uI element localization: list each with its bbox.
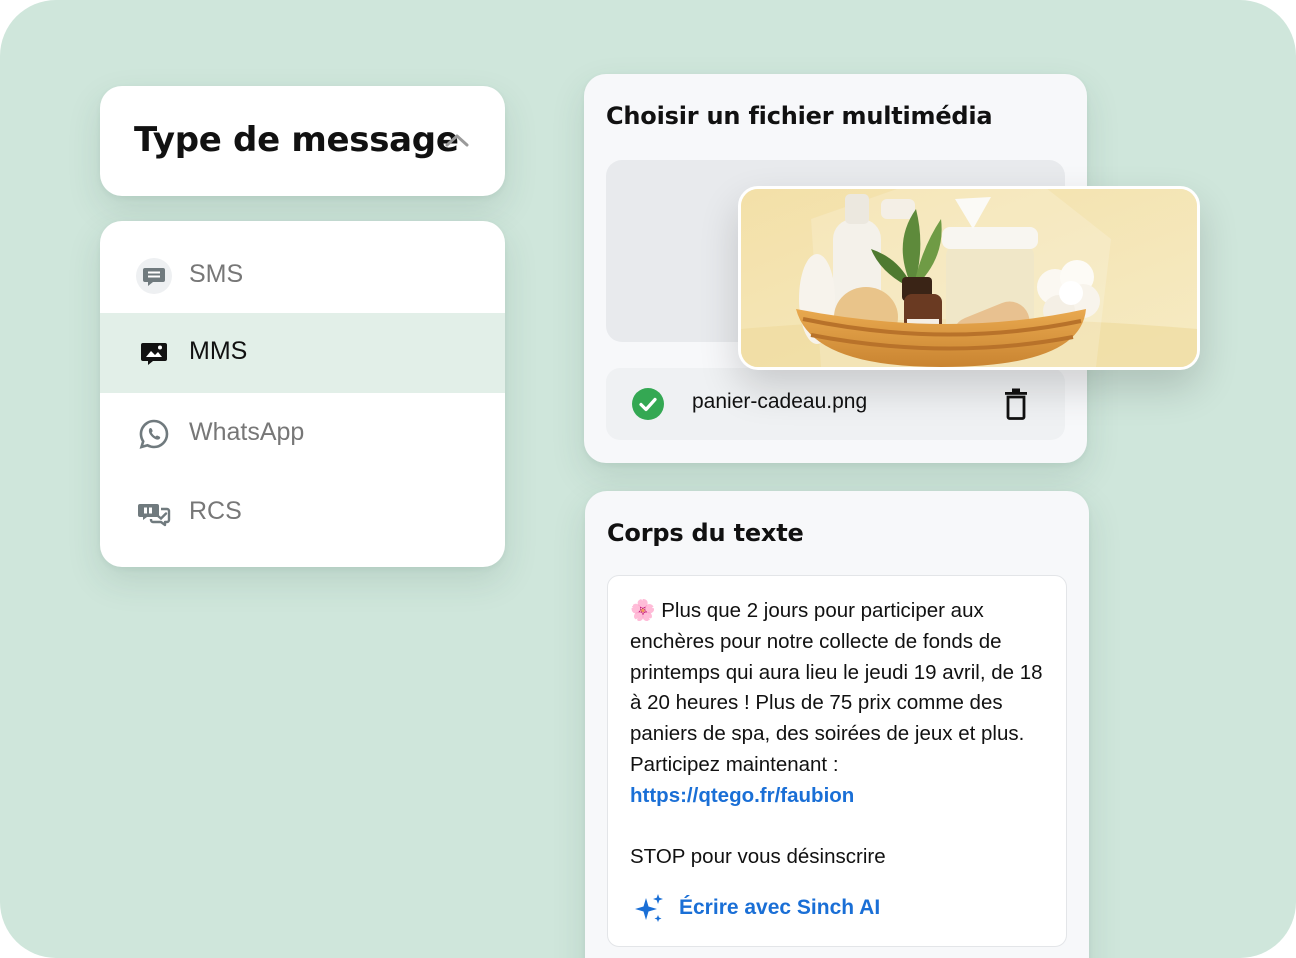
menu-item-rcs[interactable]: RCS [100, 473, 505, 553]
message-textbox[interactable]: 🌸 Plus que 2 jours pour participer aux e… [607, 575, 1067, 947]
message-type-title: Type de message [134, 120, 459, 160]
gift-basket-image [741, 189, 1197, 367]
media-title: Choisir un fichier multimédia [606, 102, 993, 130]
body-card: Corps du texte 🌸 Plus que 2 jours pour p… [585, 491, 1089, 958]
check-circle-icon [632, 388, 664, 420]
ai-write-label: Écrire avec Sinch AI [679, 896, 881, 919]
menu-label-whatsapp: WhatsApp [189, 418, 305, 446]
background-stage: Type de message SMS MMS WhatsApp RCS Cho… [0, 0, 1296, 958]
menu-label-mms: MMS [189, 337, 248, 365]
menu-item-sms[interactable]: SMS [100, 236, 505, 316]
menu-label-sms: SMS [189, 260, 244, 288]
opt-out-text: STOP pour vous désinscrire [630, 845, 886, 869]
message-link[interactable]: https://qtego.fr/faubion [630, 784, 854, 807]
message-text: 🌸 Plus que 2 jours pour participer aux e… [630, 596, 1050, 873]
file-name: panier-cadeau.png [692, 390, 868, 413]
file-row: panier-cadeau.png [606, 368, 1065, 440]
flower-emoji: 🌸 [630, 599, 656, 622]
rcs-icon [138, 504, 171, 527]
mms-icon [141, 343, 167, 365]
message-body: Plus que 2 jours pour participer aux enc… [630, 599, 1049, 776]
whatsapp-icon [139, 419, 169, 449]
message-type-menu: SMS MMS WhatsApp RCS [100, 221, 505, 567]
media-preview-image [738, 186, 1200, 370]
body-title: Corps du texte [607, 519, 804, 547]
menu-item-whatsapp[interactable]: WhatsApp [100, 394, 505, 474]
trash-icon[interactable] [1003, 388, 1029, 420]
menu-item-mms[interactable]: MMS [100, 313, 505, 393]
menu-label-rcs: RCS [189, 497, 242, 525]
sparkle-icon [635, 894, 663, 922]
sms-icon [136, 258, 172, 294]
chevron-up-icon[interactable] [444, 131, 470, 149]
